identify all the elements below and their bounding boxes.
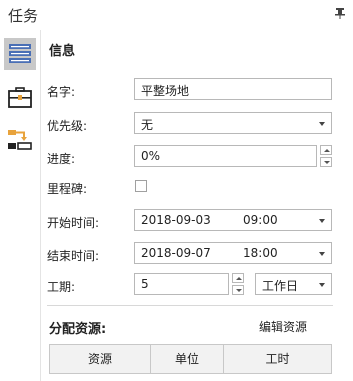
duration-decrement-button[interactable] xyxy=(232,285,244,295)
progress-value: 0% xyxy=(141,149,161,163)
resources-section-title: 分配资源: xyxy=(49,322,107,337)
start-date-value: 2018-09-03 xyxy=(141,213,211,227)
pin-icon[interactable] xyxy=(335,7,345,19)
briefcase-icon xyxy=(8,87,32,108)
info-section-title: 信息 xyxy=(49,44,76,59)
name-field[interactable]: 平整场地 xyxy=(134,78,332,100)
arrow-up-icon xyxy=(236,277,242,280)
duration-increment-button[interactable] xyxy=(232,273,244,283)
chevron-down-icon xyxy=(319,219,325,223)
milestone-label: 里程碑: xyxy=(47,182,88,196)
duration-value: 5 xyxy=(141,277,149,291)
duration-unit-select[interactable]: 工作日 xyxy=(255,273,332,295)
sidebar xyxy=(0,30,40,381)
column-header-unit[interactable]: 单位 xyxy=(151,345,223,373)
priority-value: 无 xyxy=(141,118,154,132)
arrow-up-icon xyxy=(324,149,330,152)
task-properties: 信息 名字: 平整场地 优先级: 无 进度: 0% 里程碑: 开始时间: 201… xyxy=(41,30,353,381)
priority-label: 优先级: xyxy=(47,119,88,133)
duration-input[interactable]: 5 xyxy=(134,273,229,295)
end-datetime-picker[interactable]: 2018-09-07 18:00 xyxy=(134,242,332,264)
end-date-value: 2018-09-07 xyxy=(141,246,211,260)
duration-unit-value: 工作日 xyxy=(262,279,299,293)
start-time-value: 09:00 xyxy=(243,213,278,227)
duration-label: 工期: xyxy=(47,280,76,294)
panel-title: 任务 xyxy=(8,7,39,25)
start-time-label: 开始时间: xyxy=(47,216,100,230)
priority-select[interactable]: 无 xyxy=(134,112,332,134)
sidebar-item-task[interactable] xyxy=(4,82,36,114)
edit-resources-button[interactable]: 编辑资源 xyxy=(259,318,307,335)
milestone-checkbox[interactable] xyxy=(135,180,147,192)
end-time-label: 结束时间: xyxy=(47,249,100,263)
chevron-down-icon xyxy=(319,252,325,256)
sidebar-item-info[interactable] xyxy=(4,38,36,70)
column-header-resource[interactable]: 资源 xyxy=(50,345,150,373)
info-list-icon xyxy=(9,44,31,63)
duration-stepper[interactable] xyxy=(232,273,244,295)
arrow-down-icon xyxy=(236,289,242,292)
progress-stepper[interactable] xyxy=(320,145,332,167)
chevron-down-icon xyxy=(319,122,325,126)
progress-increment-button[interactable] xyxy=(320,145,332,155)
section-divider xyxy=(47,305,333,306)
end-time-value: 18:00 xyxy=(243,246,278,260)
start-datetime-picker[interactable]: 2018-09-03 09:00 xyxy=(134,209,332,231)
name-label: 名字: xyxy=(47,85,76,99)
sidebar-item-resources[interactable] xyxy=(4,126,36,158)
arrow-down-icon xyxy=(324,161,330,164)
panel-header: 任务 xyxy=(0,0,353,28)
chevron-down-icon xyxy=(319,283,325,287)
progress-decrement-button[interactable] xyxy=(320,157,332,167)
name-value: 平整场地 xyxy=(141,84,190,98)
progress-input[interactable]: 0% xyxy=(134,145,317,167)
column-header-hours[interactable]: 工时 xyxy=(224,345,331,373)
progress-label: 进度: xyxy=(47,152,76,166)
resource-assign-icon xyxy=(8,130,32,150)
resources-table: 资源 单位 工时 xyxy=(49,344,332,374)
